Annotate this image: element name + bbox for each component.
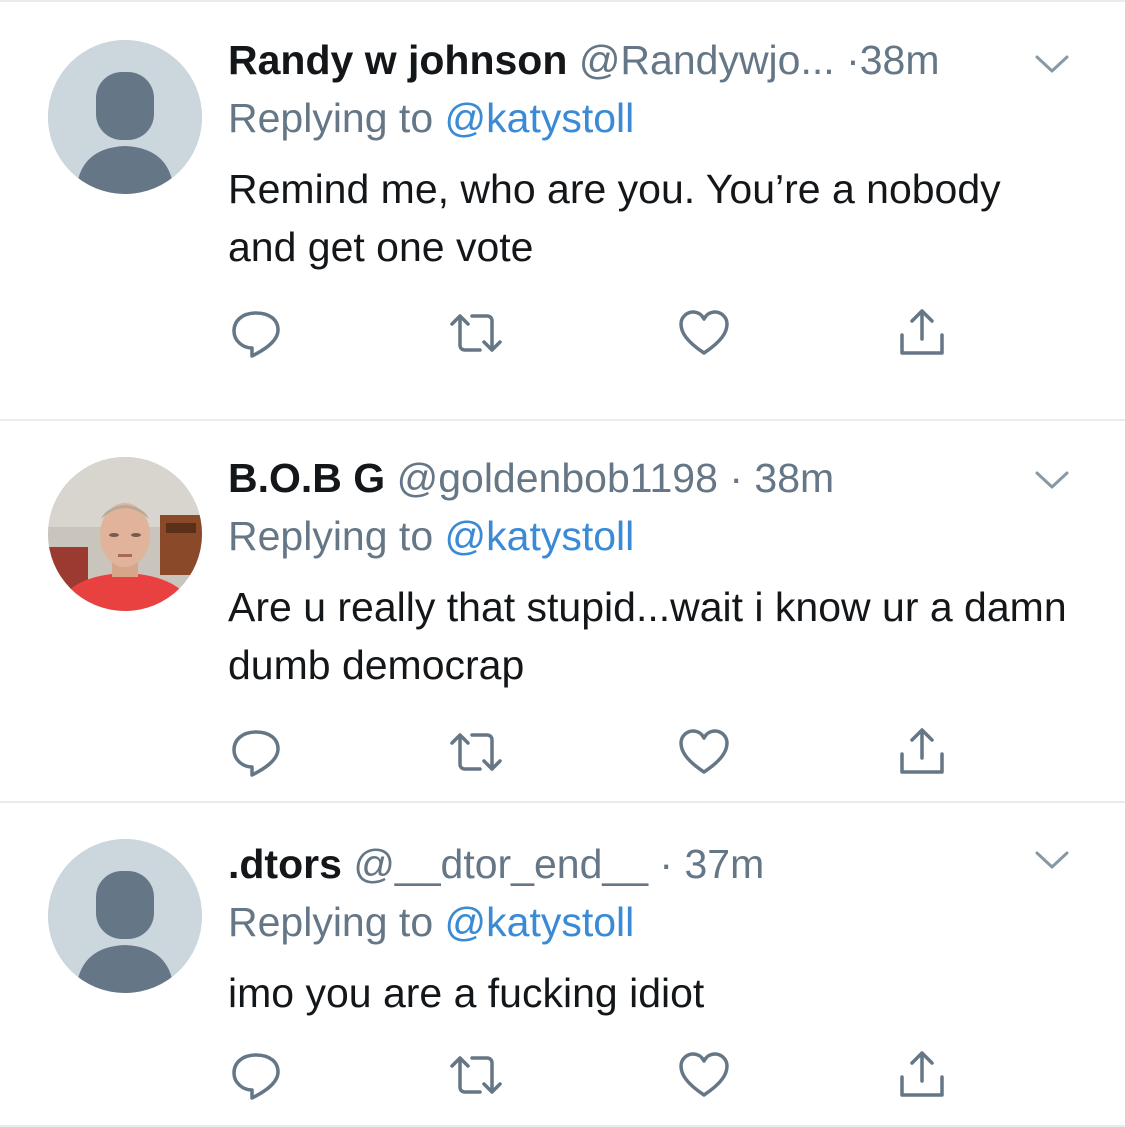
retweet-icon[interactable]	[448, 724, 504, 780]
replying-to-handle[interactable]: @katystoll	[445, 513, 635, 559]
reply-icon[interactable]	[228, 1047, 284, 1103]
chevron-down-icon[interactable]	[1034, 52, 1070, 76]
profile-photo-avatar[interactable]	[48, 457, 202, 611]
profile-photo-image	[48, 457, 202, 611]
tweet-text: imo you are a fucking idiot	[228, 970, 705, 1016]
share-icon[interactable]	[894, 1047, 950, 1103]
chevron-down-icon[interactable]	[1034, 848, 1070, 872]
heart-icon[interactable]	[676, 1047, 732, 1103]
share-icon[interactable]	[894, 305, 950, 361]
tweet-header: .dtors @__dtor_end__ · 37m	[228, 838, 1088, 890]
replying-to-label: Replying to	[228, 513, 434, 559]
tweet-actions	[228, 1047, 988, 1103]
replying-to-handle[interactable]: @katystoll	[445, 95, 635, 141]
heart-icon[interactable]	[676, 305, 732, 361]
replying-to-handle[interactable]: @katystoll	[445, 899, 635, 945]
tweet-header: Randy w johnson @Randywjo... ·38m	[228, 34, 1088, 86]
separator-dot: ·	[846, 37, 860, 83]
user-handle[interactable]: @Randywjo...	[579, 37, 835, 83]
replying-to-line: Replying to @katystoll	[228, 510, 1088, 562]
user-handle[interactable]: @__dtor_end__	[353, 841, 648, 887]
tweet-content: B.O.B G @goldenbob1198 · 38m Replying to…	[228, 452, 1088, 694]
replying-to-line: Replying to @katystoll	[228, 896, 1088, 948]
tweet-header: B.O.B G @goldenbob1198 · 38m	[228, 452, 1088, 504]
separator-dot: ·	[729, 455, 743, 501]
timestamp[interactable]: 38m	[754, 455, 834, 501]
tweet-actions	[228, 305, 988, 361]
display-name[interactable]: B.O.B G	[228, 455, 385, 501]
replying-to-label: Replying to	[228, 95, 434, 141]
timestamp[interactable]: 38m	[860, 37, 940, 83]
default-avatar-icon	[48, 40, 202, 194]
reply-icon[interactable]	[228, 305, 284, 361]
display-name[interactable]: Randy w johnson	[228, 37, 567, 83]
separator-dot: ·	[659, 841, 674, 887]
tweet-actions	[228, 724, 988, 780]
tweet-text: Remind me, who are you. You’re a nobody …	[228, 166, 1001, 270]
timestamp[interactable]: 37m	[684, 841, 764, 887]
tweet-content: Randy w johnson @Randywjo... ·38m Replyi…	[228, 34, 1088, 276]
default-avatar-icon	[48, 839, 202, 993]
reply-icon[interactable]	[228, 724, 284, 780]
display-name[interactable]: .dtors	[228, 841, 342, 887]
tweet-content: .dtors @__dtor_end__ · 37m Replying to @…	[228, 838, 1088, 1022]
share-icon[interactable]	[894, 724, 950, 780]
user-handle[interactable]: @goldenbob1198	[397, 455, 718, 501]
replying-to-line: Replying to @katystoll	[228, 92, 1088, 144]
tweet-text: Are u really that stupid...wait i know u…	[228, 584, 1067, 688]
chevron-down-icon[interactable]	[1034, 468, 1070, 492]
heart-icon[interactable]	[676, 724, 732, 780]
default-avatar[interactable]	[48, 40, 202, 194]
retweet-icon[interactable]	[448, 1047, 504, 1103]
retweet-icon[interactable]	[448, 305, 504, 361]
default-avatar[interactable]	[48, 839, 202, 993]
replying-to-label: Replying to	[228, 899, 434, 945]
